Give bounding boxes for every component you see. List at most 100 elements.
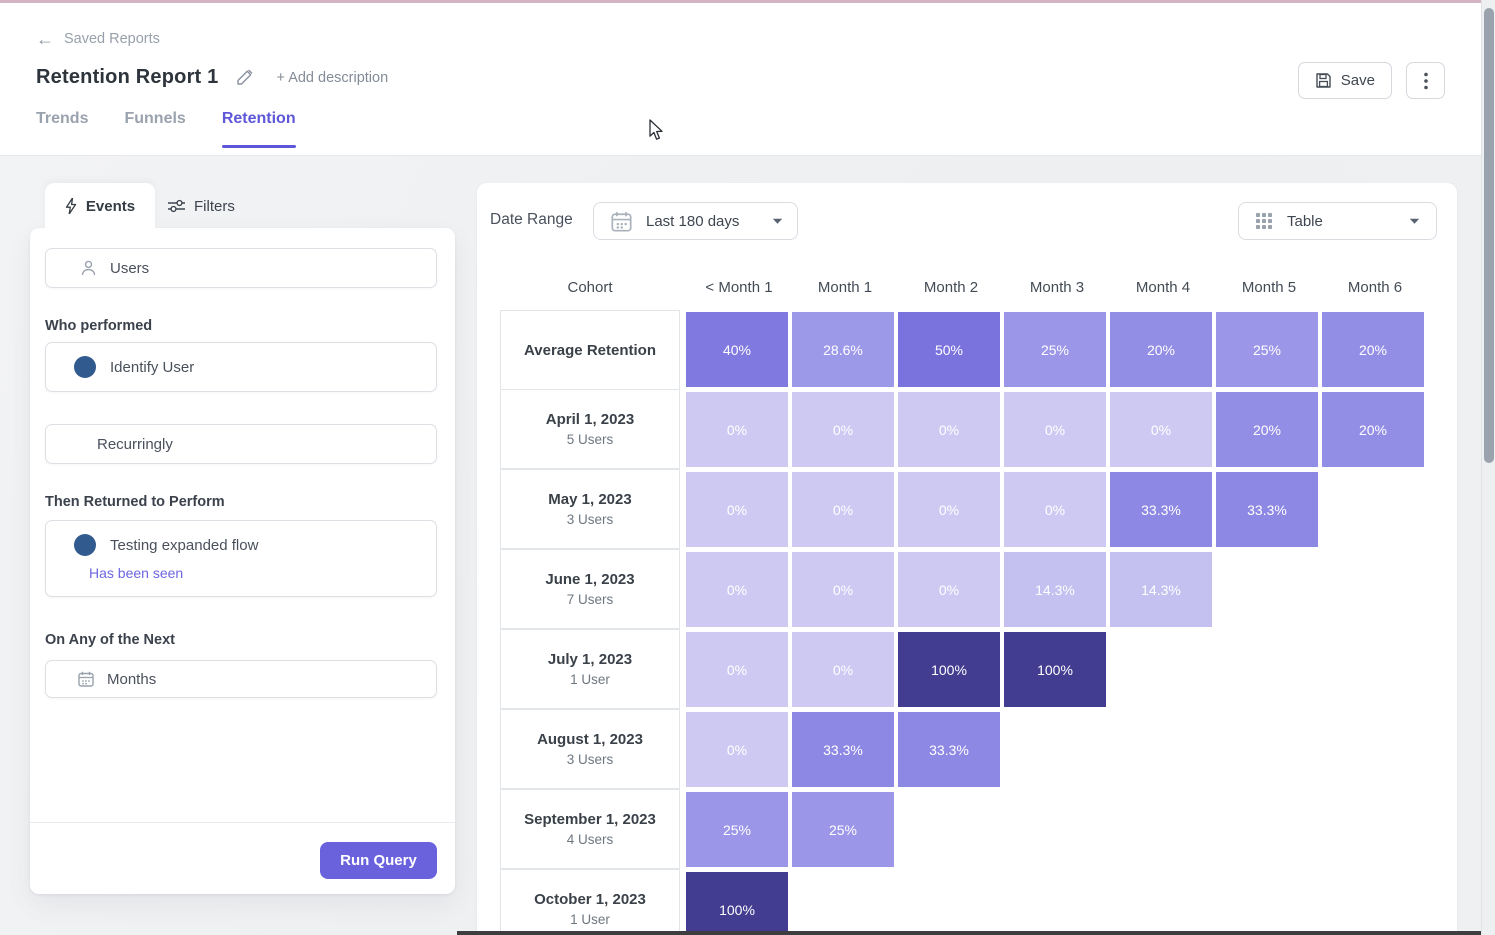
retention-cell[interactable]: 20% — [1322, 312, 1424, 387]
panel-footer-divider — [30, 822, 455, 823]
save-icon — [1315, 72, 1332, 89]
retention-cell[interactable]: 0% — [792, 632, 894, 707]
save-button[interactable]: Save — [1298, 62, 1392, 99]
retention-cell[interactable]: 14.3% — [1004, 552, 1106, 627]
query-builder-panel: Users Who performed Identify User Recurr… — [30, 228, 455, 894]
performed-event-selector[interactable]: Identify User — [45, 342, 437, 392]
retention-cell[interactable]: 25% — [792, 792, 894, 867]
retention-cell[interactable]: 0% — [792, 472, 894, 547]
retention-cell[interactable]: 28.6% — [792, 312, 894, 387]
table-row: Average Retention40%28.6%50%25%20%25%20% — [500, 310, 1428, 390]
back-link[interactable]: ← Saved Reports — [36, 30, 160, 48]
add-description-button[interactable]: + Add description — [277, 70, 389, 86]
cohort-label: September 1, 2023 — [524, 811, 656, 828]
view-type-select[interactable]: Table — [1238, 202, 1437, 240]
report-header: ← Saved Reports Retention Report 1 + Add… — [0, 0, 1495, 156]
vertical-scrollbar[interactable] — [1481, 0, 1495, 935]
retention-cell[interactable]: 33.3% — [1216, 472, 1318, 547]
retention-cell[interactable]: 100% — [686, 872, 788, 935]
main-content: Events Filters Users Who performed Ident… — [0, 156, 1495, 935]
back-arrow-icon: ← — [36, 30, 54, 48]
cohort-user-count: 3 Users — [567, 512, 614, 527]
table-row: August 1, 20233 Users0%33.3%33.3% — [500, 710, 1428, 790]
retention-cell[interactable]: 0% — [898, 552, 1000, 627]
return-condition-link[interactable]: Has been seen — [89, 565, 183, 581]
retention-cell[interactable]: 0% — [1004, 472, 1106, 547]
retention-cell[interactable]: 20% — [1216, 392, 1318, 467]
retention-cell[interactable]: 0% — [1110, 392, 1212, 467]
unit-selector[interactable]: Months — [45, 660, 437, 698]
retention-cell[interactable]: 0% — [686, 712, 788, 787]
retention-cell[interactable]: 0% — [898, 392, 1000, 467]
tab-retention[interactable]: Retention — [222, 110, 296, 148]
retention-cell[interactable]: 0% — [898, 472, 1000, 547]
horizontal-scrollbar[interactable] — [457, 931, 1495, 935]
run-query-button[interactable]: Run Query — [320, 842, 437, 879]
retention-cell[interactable]: 40% — [686, 312, 788, 387]
report-panel: Date Range Last 180 days Table — [477, 183, 1457, 935]
then-returned-label: Then Returned to Perform — [45, 494, 225, 510]
tab-funnels[interactable]: Funnels — [124, 110, 185, 148]
retention-cell[interactable]: 0% — [686, 392, 788, 467]
table-row: May 1, 20233 Users0%0%0%0%33.3%33.3% — [500, 470, 1428, 550]
tab-filters[interactable]: Filters — [168, 183, 235, 229]
user-icon — [81, 260, 96, 276]
retention-cell[interactable]: 20% — [1110, 312, 1212, 387]
retention-cell[interactable]: 0% — [1004, 392, 1106, 467]
sliders-icon — [168, 199, 185, 213]
tab-trends[interactable]: Trends — [36, 110, 88, 148]
save-label: Save — [1341, 72, 1375, 89]
retention-cell[interactable]: 25% — [686, 792, 788, 867]
view-type-value: Table — [1287, 213, 1323, 230]
cohort-cell: September 1, 20234 Users — [500, 789, 680, 869]
table-row: April 1, 20235 Users0%0%0%0%0%20%20% — [500, 390, 1428, 470]
column-header: Month 5 — [1216, 279, 1322, 296]
grid-icon — [1256, 213, 1272, 229]
column-header: < Month 1 — [686, 279, 792, 296]
retention-cell[interactable]: 25% — [1216, 312, 1318, 387]
retention-cell[interactable]: 0% — [686, 472, 788, 547]
frequency-value: Recurringly — [97, 436, 173, 453]
frequency-selector[interactable]: Recurringly — [45, 424, 437, 464]
pencil-icon — [235, 69, 253, 87]
table-row: June 1, 20237 Users0%0%0%14.3%14.3% — [500, 550, 1428, 630]
back-label: Saved Reports — [64, 31, 160, 47]
table-row: July 1, 20231 User0%0%100%100% — [500, 630, 1428, 710]
retention-cell[interactable]: 33.3% — [1110, 472, 1212, 547]
retention-cell[interactable]: 0% — [792, 552, 894, 627]
cohort-label: May 1, 2023 — [548, 491, 631, 508]
chevron-down-icon — [772, 218, 783, 225]
retention-cell[interactable]: 33.3% — [898, 712, 1000, 787]
return-event-selector[interactable]: Testing expanded flow Has been seen — [45, 520, 437, 597]
cohort-label: October 1, 2023 — [534, 891, 646, 908]
retention-cell[interactable]: 100% — [1004, 632, 1106, 707]
cohort-cell: July 1, 20231 User — [500, 629, 680, 709]
scrollbar-thumb[interactable] — [1484, 8, 1494, 463]
event-color-dot — [74, 356, 96, 378]
tab-events[interactable]: Events — [45, 183, 155, 229]
column-header: Month 1 — [792, 279, 898, 296]
retention-cell[interactable]: 0% — [686, 632, 788, 707]
retention-table-header: Cohort< Month 1Month 1Month 2Month 3Mont… — [500, 271, 1428, 303]
date-range-select[interactable]: Last 180 days — [593, 202, 798, 240]
retention-cell[interactable]: 100% — [898, 632, 1000, 707]
retention-cell[interactable]: 50% — [898, 312, 1000, 387]
date-range-value: Last 180 days — [646, 213, 739, 230]
users-selector[interactable]: Users — [45, 248, 437, 288]
more-options-button[interactable] — [1406, 62, 1445, 99]
retention-table: Cohort< Month 1Month 1Month 2Month 3Mont… — [500, 271, 1428, 935]
performed-event-value: Identify User — [110, 359, 194, 376]
retention-cell[interactable]: 0% — [792, 392, 894, 467]
calendar-icon — [611, 211, 632, 232]
retention-cell[interactable]: 14.3% — [1110, 552, 1212, 627]
retention-cell[interactable]: 33.3% — [792, 712, 894, 787]
retention-cell[interactable]: 0% — [686, 552, 788, 627]
retention-cell[interactable]: 25% — [1004, 312, 1106, 387]
cohort-label: April 1, 2023 — [546, 411, 634, 428]
calendar-icon — [78, 671, 94, 687]
retention-cell[interactable]: 20% — [1322, 392, 1424, 467]
edit-title-button[interactable] — [233, 67, 255, 89]
who-performed-label: Who performed — [45, 318, 152, 334]
chevron-down-icon — [1409, 218, 1420, 225]
kebab-icon — [1424, 72, 1428, 90]
